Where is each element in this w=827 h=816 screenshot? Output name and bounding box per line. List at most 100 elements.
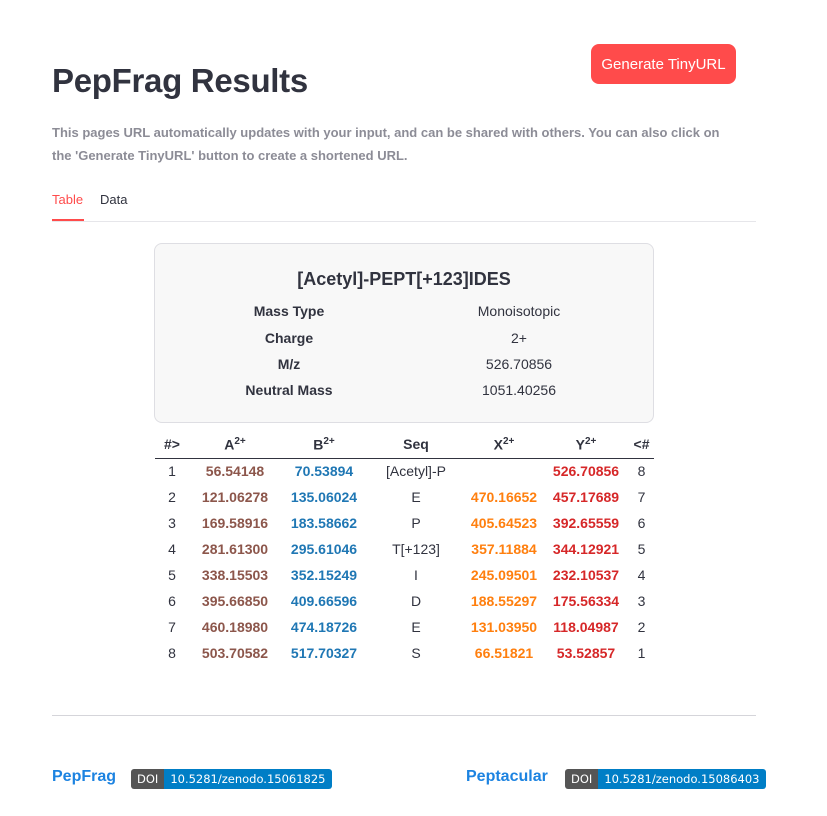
table-row: 1 56.54148 70.53894 [Acetyl]-P 526.70856 8 xyxy=(155,458,654,484)
cell-reverse-index: 3 xyxy=(637,593,646,609)
tab-bar: Table Data xyxy=(52,190,756,222)
cell-y-ion: 232.10537 xyxy=(552,567,620,583)
peptide-sequence-title: [Acetyl]-PEPT[+123]IDES xyxy=(297,269,511,289)
cell-a-ion: 121.06278 xyxy=(201,489,269,505)
cell-sequence: I xyxy=(414,567,418,583)
cell-b-ion: 352.15249 xyxy=(290,567,358,583)
header-x-label: X xyxy=(493,436,503,453)
cell-forward-index: 6 xyxy=(168,593,176,609)
summary-row-mz: M/z 526.70856 xyxy=(155,356,653,382)
cell-forward-index: 7 xyxy=(168,619,176,635)
header-b-charge: 2+ xyxy=(323,435,335,447)
cell-a-ion: 169.58916 xyxy=(201,515,269,531)
table-row: 3 169.58916 183.58662 P 405.64523 392.65559 6 xyxy=(155,510,654,536)
summary-row-charge: Charge 2+ xyxy=(155,330,653,356)
cell-sequence: D xyxy=(410,593,422,609)
summary-row-mass-type: Mass Type Monoisotopic xyxy=(155,303,653,329)
pepfrag-doi-badge[interactable]: DOI 10.5281/zenodo.15061825 xyxy=(131,769,332,789)
cell-reverse-index: 4 xyxy=(637,567,646,583)
header-y-charge: 2+ xyxy=(584,435,597,447)
cell-sequence: [Acetyl]-P xyxy=(386,463,446,480)
tab-table[interactable]: Table xyxy=(52,192,83,207)
cell-y-ion: 526.70856 xyxy=(552,463,620,480)
cell-b-ion: 409.66596 xyxy=(290,593,358,609)
cell-a-ion: 281.61300 xyxy=(201,541,269,557)
header-a-label: A xyxy=(224,436,235,453)
cell-a-ion: 503.70582 xyxy=(201,645,269,661)
summary-label: M/z xyxy=(277,356,301,372)
cell-reverse-index: 5 xyxy=(637,541,646,557)
cell-sequence: P xyxy=(411,515,421,531)
header-reverse-index: <# xyxy=(629,431,654,459)
table-row: 5 338.15503 352.15249 I 245.09501 232.10537 4 xyxy=(155,562,654,588)
summary-row-neutral-mass: Neutral Mass 1051.40256 xyxy=(155,382,653,408)
table-row: 6 395.66850 409.66596 D 188.55297 175.56334 3 xyxy=(155,588,654,614)
cell-sequence: E xyxy=(411,489,421,505)
doi-badge-label: DOI xyxy=(565,769,599,789)
header-a-ion: A2+ xyxy=(189,431,281,459)
cell-b-ion: 135.06024 xyxy=(290,489,358,505)
header-y-ion: Y2+ xyxy=(543,431,629,459)
cell-y-ion: 457.17689 xyxy=(552,489,620,505)
cell-forward-index: 8 xyxy=(168,645,176,661)
cell-a-ion: 460.18980 xyxy=(201,619,269,635)
cell-sequence: T[+123] xyxy=(392,541,440,557)
cell-b-ion: 70.53894 xyxy=(294,463,354,480)
active-tab-indicator xyxy=(52,219,84,221)
cell-y-ion: 118.04987 xyxy=(553,619,619,635)
table-row: 2 121.06278 135.06024 E 470.16652 457.17689 7 xyxy=(155,484,654,510)
summary-value: 1051.40256 xyxy=(482,382,556,398)
header-y-label: Y xyxy=(575,436,585,453)
cell-b-ion: 295.61046 xyxy=(290,541,358,557)
summary-label: Charge xyxy=(264,330,314,346)
peptacular-doi-badge[interactable]: DOI 10.5281/zenodo.15086403 xyxy=(565,769,766,789)
footer-divider xyxy=(52,715,756,716)
cell-x-ion xyxy=(465,458,543,484)
header-x-charge: 2+ xyxy=(502,435,515,447)
cell-x-ion: 470.16652 xyxy=(470,489,538,505)
cell-reverse-index: 7 xyxy=(637,489,646,505)
table-row: 8 503.70582 517.70327 S 66.51821 53.52857 1 xyxy=(155,640,654,666)
peptacular-link[interactable]: Peptacular xyxy=(466,768,548,786)
cell-y-ion: 344.12921 xyxy=(552,541,620,557)
cell-sequence: E xyxy=(411,619,421,635)
table-row: 7 460.18980 474.18726 E 131.03950 118.04987 2 xyxy=(155,614,654,640)
cell-reverse-index: 6 xyxy=(637,515,646,531)
summary-value: 526.70856 xyxy=(485,356,553,372)
cell-a-ion: 395.66850 xyxy=(201,593,269,609)
cell-forward-index: 3 xyxy=(168,515,176,531)
cell-forward-index: 1 xyxy=(168,463,176,480)
summary-label: Neutral Mass xyxy=(245,382,333,398)
cell-reverse-index: 1 xyxy=(637,645,646,661)
cell-a-ion: 56.54148 xyxy=(205,463,265,480)
cell-x-ion: 131.03950 xyxy=(470,619,538,635)
cell-b-ion: 474.18726 xyxy=(290,619,358,635)
doi-badge-value: 10.5281/zenodo.15061825 xyxy=(164,769,332,789)
cell-x-ion: 188.55297 xyxy=(470,593,538,609)
cell-forward-index: 2 xyxy=(168,489,176,505)
cell-reverse-index: 8 xyxy=(637,463,646,480)
table-header-row: #> A2+ B2+ Seq X2+ Y2+ <# xyxy=(155,431,654,459)
header-a-charge: 2+ xyxy=(234,435,246,447)
cell-forward-index: 4 xyxy=(168,541,176,557)
page-title: PepFrag Results xyxy=(52,62,308,99)
cell-x-ion: 245.09501 xyxy=(470,567,538,583)
summary-card: [Acetyl]-PEPT[+123]IDES Mass Type Monois… xyxy=(154,243,654,423)
fragment-ion-table: #> A2+ B2+ Seq X2+ Y2+ <# 1 56.54148 70.53… xyxy=(155,431,654,666)
cell-y-ion: 175.56334 xyxy=(552,593,620,609)
tab-data[interactable]: Data xyxy=(100,192,127,207)
generate-tinyurl-button[interactable]: Generate TinyURL xyxy=(591,44,736,84)
header-b-label: B xyxy=(313,436,324,453)
page-description: This pages URL automatically updates wit… xyxy=(52,125,720,163)
cell-y-ion: 392.65559 xyxy=(552,515,620,531)
summary-label: Mass Type xyxy=(253,303,325,319)
doi-badge-value: 10.5281/zenodo.15086403 xyxy=(598,769,766,789)
cell-a-ion: 338.15503 xyxy=(201,567,269,583)
summary-value: 2+ xyxy=(511,330,527,346)
cell-forward-index: 5 xyxy=(168,567,176,583)
header-b-ion: B2+ xyxy=(281,431,367,459)
cell-b-ion: 183.58662 xyxy=(290,515,358,531)
cell-x-ion: 66.51821 xyxy=(474,645,534,661)
pepfrag-link[interactable]: PepFrag xyxy=(52,768,116,786)
table-row: 4 281.61300 295.61046 T[+123] 357.11884 344.1… xyxy=(155,536,654,562)
